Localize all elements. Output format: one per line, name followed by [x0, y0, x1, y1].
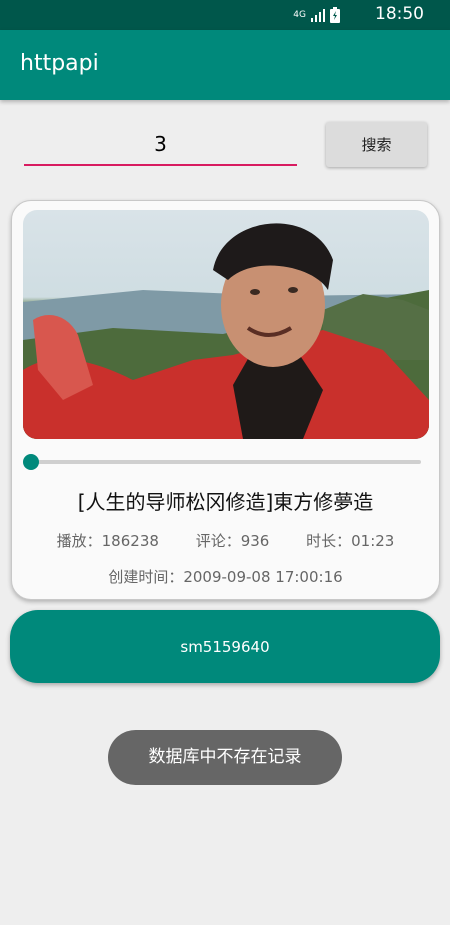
- signal-icon: [311, 9, 325, 22]
- comment-count: 评论：936: [195, 532, 270, 550]
- video-card: [人生的导师松冈修造]東方修夢造 播放：186238 评论：936 时长：01:…: [11, 200, 440, 600]
- battery-icon: [330, 7, 340, 23]
- seek-bar-track[interactable]: [32, 460, 421, 464]
- search-input[interactable]: [24, 124, 297, 166]
- network-type: 4G: [293, 10, 306, 20]
- video-thumbnail[interactable]: [23, 210, 429, 439]
- status-icons: 4G: [293, 5, 340, 25]
- video-title: [人生的导师松冈修造]東方修夢造: [77, 490, 374, 514]
- video-id-button[interactable]: sm5159640: [10, 610, 440, 683]
- play-count: 播放：186238: [56, 532, 159, 550]
- seek-bar-thumb[interactable]: [23, 454, 39, 470]
- app-bar: httpapi: [0, 30, 450, 100]
- created-time: 创建时间：2009-09-08 17:00:16: [108, 568, 343, 586]
- video-stats: 播放：186238 评论：936 时长：01:23: [12, 530, 439, 551]
- toast-message: 数据库中不存在记录: [108, 730, 342, 785]
- status-bar: 4G 18:50: [0, 0, 450, 30]
- search-button[interactable]: 搜索: [326, 122, 427, 167]
- status-time: 18:50: [375, 4, 424, 24]
- duration: 时长：01:23: [306, 532, 395, 550]
- app-title: httpapi: [20, 51, 99, 76]
